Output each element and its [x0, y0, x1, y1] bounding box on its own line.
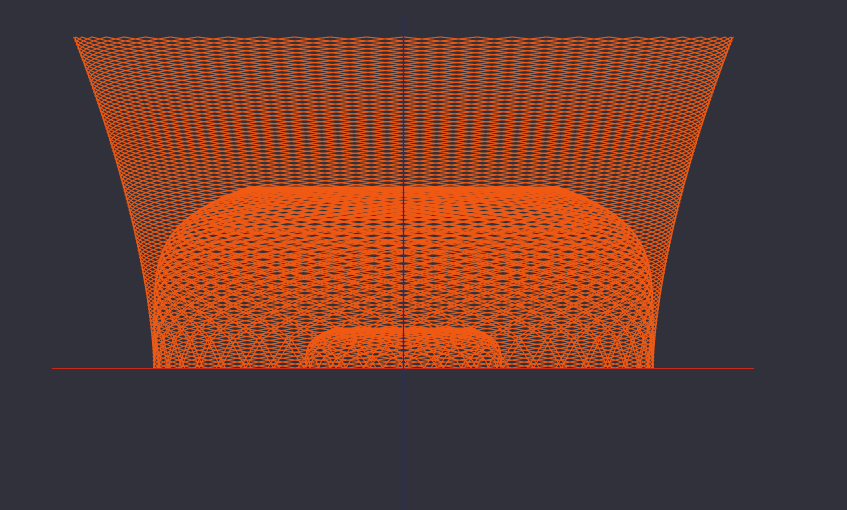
3d-viewport[interactable] — [0, 0, 847, 510]
wireframe-scene[interactable] — [0, 0, 847, 510]
